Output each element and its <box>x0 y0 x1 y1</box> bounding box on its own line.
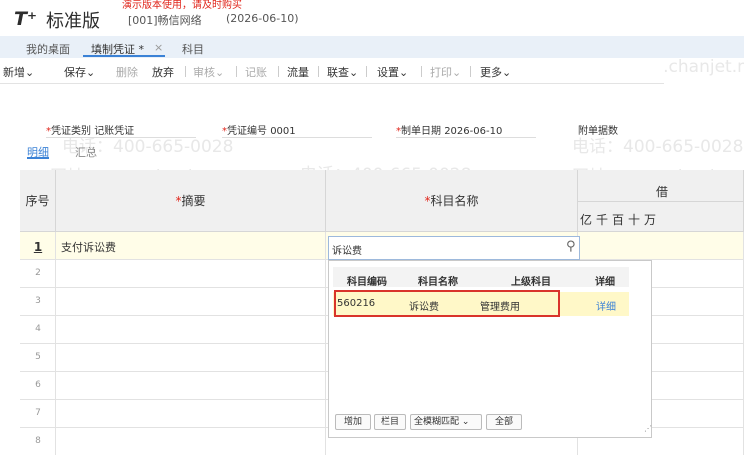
digit-header: 千 <box>596 213 609 227</box>
debit-label: 借 <box>656 185 669 199</box>
demo-notice: 演示版本使用，请及时购买 <box>122 0 242 11</box>
summary-cell[interactable] <box>56 372 326 400</box>
product-name: 标准版 <box>46 11 100 32</box>
account-reference-popup: 科目编码 科目名称 上级科目 详细 560216 诉讼费 管理费用 详细 增加 … <box>328 260 652 438</box>
row-number: 5 <box>35 352 41 362</box>
summary-cell[interactable]: 支付诉讼费 <box>56 232 326 260</box>
subtab-indicator <box>27 157 49 159</box>
detail-link[interactable]: 详细 <box>596 298 616 313</box>
row-number: 3 <box>35 296 41 306</box>
summary-cell[interactable] <box>56 316 326 344</box>
account-search-input[interactable]: 诉讼费 ⚲ <box>328 236 580 260</box>
summary-cell[interactable] <box>56 344 326 372</box>
app-header: T⁺ 标准版 演示版本使用，请及时购买 [001]畅信网络 (2026-06-1… <box>0 0 744 36</box>
col-debit-header: 借 亿 千 百 十 万 <box>578 170 744 232</box>
result-parent: 管理费用 <box>480 302 520 313</box>
row-number: 1 <box>33 240 43 254</box>
row-number: 4 <box>35 324 41 334</box>
settings-button[interactable]: 设置⌄ <box>377 64 408 80</box>
cashflow-button[interactable]: 流量 <box>287 64 309 80</box>
tab-summary[interactable]: 汇总 <box>75 144 97 160</box>
row-seq-cell[interactable]: 5 <box>20 344 56 372</box>
summary-cell[interactable] <box>56 260 326 288</box>
col-name-header: 科目名称 <box>418 277 458 288</box>
col-detail-header: 详细 <box>595 277 615 288</box>
query-button[interactable]: 联查⌄ <box>327 64 358 80</box>
new-button[interactable]: 新增⌄ <box>3 64 34 80</box>
digit-header: 百 <box>612 213 625 227</box>
all-button[interactable]: 全部 <box>486 414 522 430</box>
row-seq-cell[interactable]: 3 <box>20 288 56 316</box>
result-name: 诉讼费 <box>409 302 439 313</box>
resize-grip-icon[interactable]: ⋰ <box>644 424 652 433</box>
row-seq-cell[interactable]: 1 <box>20 232 56 260</box>
post-button[interactable]: 记账 <box>245 64 267 80</box>
tplus-logo: T⁺ <box>14 8 37 30</box>
columns-button[interactable]: 栏目 <box>374 414 406 430</box>
col-parent-header: 上级科目 <box>511 277 551 288</box>
col-account-header: *科目名称 <box>326 170 578 232</box>
col-code-header: 科目编码 <box>347 277 387 288</box>
summary-text: 支付诉讼费 <box>61 241 116 254</box>
voucher-no-field[interactable]: *凭证编号 0001 <box>222 122 296 137</box>
active-tab-indicator <box>83 55 165 57</box>
digit-header: 亿 <box>580 213 593 227</box>
digit-header: 万 <box>644 213 657 227</box>
tab-accounts[interactable]: 科目 <box>182 41 204 57</box>
row-seq-cell[interactable]: 7 <box>20 400 56 428</box>
close-icon[interactable]: × <box>154 41 163 54</box>
voucher-type-field[interactable]: *凭证类别 记账凭证 <box>46 122 134 137</box>
row-number: 2 <box>35 268 41 278</box>
tab-desktop[interactable]: 我的桌面 <box>26 41 70 57</box>
row-number: 8 <box>35 436 41 446</box>
attachment-count-field[interactable]: 附单据数 <box>578 122 618 137</box>
audit-button[interactable]: 审核⌄ <box>193 64 224 80</box>
row-seq-cell[interactable]: 6 <box>20 372 56 400</box>
row-seq-cell[interactable]: 8 <box>20 428 56 455</box>
row-seq-cell[interactable]: 4 <box>20 316 56 344</box>
summary-cell[interactable] <box>56 288 326 316</box>
delete-button[interactable]: 删除 <box>116 64 138 80</box>
digit-header: 十 <box>628 213 641 227</box>
discard-button[interactable]: 放弃 <box>152 64 174 80</box>
voucher-window: 电话：400-665-0028电话：400-665-0028电话：400-665… <box>0 0 744 455</box>
save-button[interactable]: 保存⌄ <box>64 64 95 80</box>
toolbar: 新增⌄ 保存⌄ 删除 放弃 审核⌄ 记账 流量 联查⌄ 设置⌄ 打印⌄ 更多⌄ <box>0 58 664 84</box>
result-code: 560216 <box>337 298 376 309</box>
org-name: [001]畅信网络 <box>128 14 202 27</box>
login-date: (2026-06-10) <box>226 12 299 25</box>
debit-cell[interactable] <box>578 232 744 260</box>
voucher-date-field[interactable]: *制单日期 2026-06-10 <box>396 122 502 137</box>
col-summary-header: *摘要 <box>56 170 326 232</box>
row-number: 7 <box>35 408 41 418</box>
col-seq-header: 序号 <box>20 170 56 232</box>
more-button[interactable]: 更多⌄ <box>480 64 511 80</box>
print-button[interactable]: 打印⌄ <box>430 64 461 80</box>
row-seq-cell[interactable]: 2 <box>20 260 56 288</box>
add-button[interactable]: 增加 <box>335 414 371 430</box>
search-icon[interactable]: ⚲ <box>566 239 576 254</box>
row-number: 6 <box>35 380 41 390</box>
match-mode-select[interactable]: 全模糊匹配 ⌄ <box>410 414 482 430</box>
summary-cell[interactable] <box>56 400 326 428</box>
summary-cell[interactable] <box>56 428 326 455</box>
